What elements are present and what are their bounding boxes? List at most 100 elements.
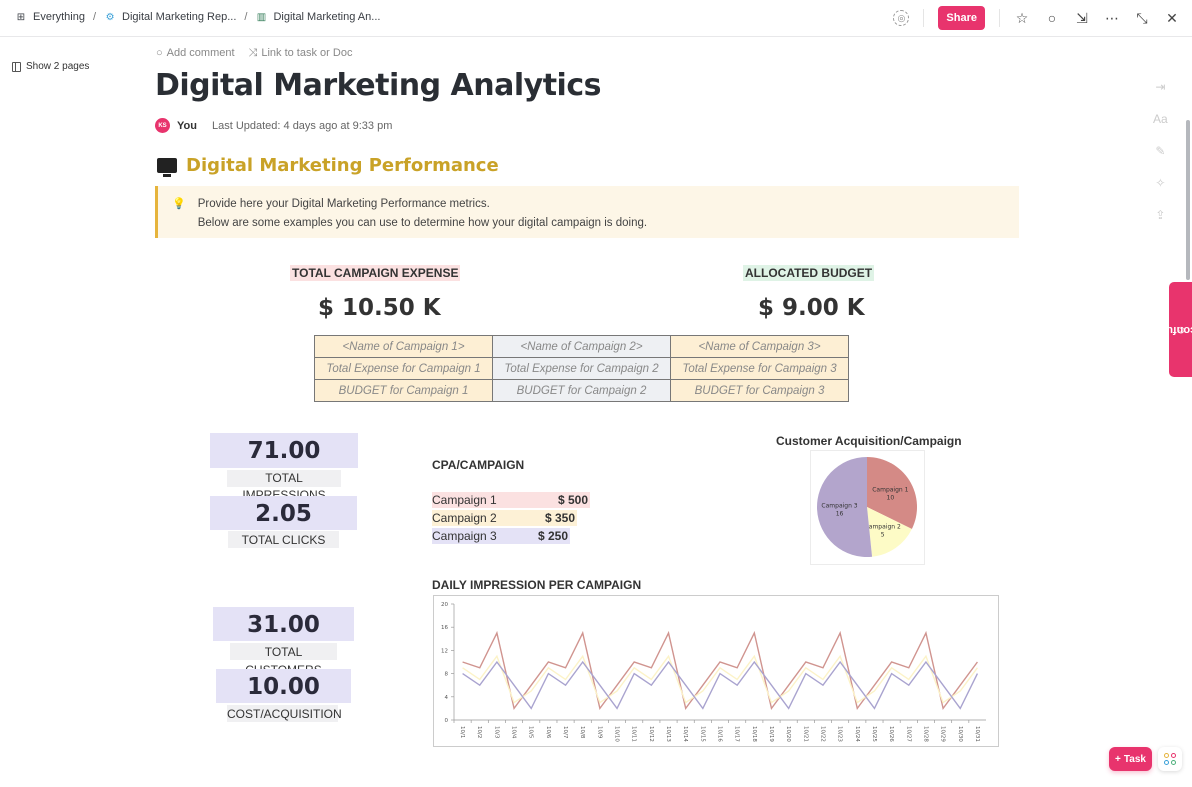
cpa-campaign-value: $ 500 [557,493,588,507]
download-icon[interactable]: ⇲ [1074,10,1090,27]
apps-dot-icon [1171,753,1176,758]
x-tick-label: 10/31 [974,726,980,742]
table-cell[interactable]: BUDGET for Campaign 3 [670,379,849,402]
table-cell[interactable]: Total Expense for Campaign 2 [492,357,671,380]
x-tick-label: 10/13 [665,726,671,742]
divider [999,9,1000,27]
total-impressions-value: 71.00 [210,433,358,468]
collapse-icon[interactable]: ⤡ [1134,10,1150,27]
apps-button[interactable] [1158,747,1182,771]
x-tick-label: 10/29 [940,726,946,742]
pie-chart-title: Customer Acquisition/Campaign [776,434,962,448]
comment-icon: ○ [156,47,163,59]
share-button[interactable]: Share [938,6,985,30]
x-tick-label: 10/16 [717,726,723,742]
lightbulb-icon: 💡 [172,198,186,210]
total-customers-label: TOTAL CUSTOMERS [230,643,337,677]
x-tick-label: 10/9 [596,726,602,739]
doc-meta: KS You Last Updated: 4 days ago at 9:33 … [155,118,392,133]
table-cell[interactable]: <Name of Campaign 3> [670,335,849,358]
x-tick-label: 10/23 [837,726,843,742]
campaign-table: <Name of Campaign 1> <Name of Campaign 2… [314,335,849,402]
cpa-campaign-name: Campaign 1 [432,493,497,507]
pie-chart: Campaign 110 Campaign 25 Campaign 316 [817,457,917,557]
x-tick-label: 10/3 [493,726,499,739]
x-tick-label: 10/25 [871,726,877,742]
close-icon[interactable]: ✕ [1164,10,1180,27]
table-cell[interactable]: BUDGET for Campaign 2 [492,379,671,402]
allocated-budget-value: $ 9.00 K [758,295,865,321]
avatar[interactable]: KS [155,118,170,133]
export-icon[interactable]: ⇪ [1155,208,1165,222]
breadcrumb-item-report[interactable]: Digital Marketing Rep... [122,11,236,23]
apps-dot-icon [1164,760,1169,765]
tag-icon[interactable]: ◎ [893,10,910,26]
table-cell[interactable]: Total Expense for Campaign 1 [314,357,493,380]
add-task-button[interactable]: + Task [1109,747,1152,771]
add-comment-label: Add comment [166,47,235,59]
y-tick-label: 12 [441,648,448,654]
x-tick-label: 10/7 [562,726,568,739]
pie-chart-frame: Campaign 1 10 Campaign 2 5 Campaign 3 16 [810,450,925,565]
sidebar-icon [12,61,21,72]
y-tick-label: 4 [445,695,449,701]
add-task-label: Task [1123,753,1146,765]
confused-label: I'm confused [1146,323,1192,336]
y-tick-label: 16 [441,625,448,631]
line-chart-title: DAILY IMPRESSION PER CAMPAIGN [432,578,642,592]
edit-icon[interactable]: ✎ [1155,144,1165,158]
show-pages-label: Show 2 pages [26,61,90,72]
gear-icon: ⚙ [105,11,115,23]
section-heading: Digital Marketing Performance [157,155,499,177]
star-icon[interactable]: ☆ [1014,10,1030,27]
link-task-button[interactable]: ⤨ Link to task or Doc [249,47,353,60]
total-clicks-label: TOTAL CLICKS [228,531,339,548]
line-chart: 0 4 8 12 16 20 10/1 10/2 10/3 10/4 10/5 10/6 10/7 10/… [441,602,986,742]
table-cell[interactable]: <Name of Campaign 1> [314,335,493,358]
pie-slice-value: 5 [881,532,885,539]
monitor-icon [157,158,177,177]
show-pages-toggle[interactable]: Show 2 pages [12,61,89,72]
table-cell[interactable]: Total Expense for Campaign 3 [670,357,849,380]
comment-icon[interactable]: ○ [1044,10,1060,26]
table-cell[interactable]: BUDGET for Campaign 1 [314,379,493,402]
magic-wand-icon[interactable]: ✧ [1155,176,1165,190]
total-expense-value: $ 10.50 K [318,295,441,321]
author-name: You [177,119,197,132]
scrollbar[interactable] [1186,120,1190,280]
pie-slice-label: Campaign 1 [872,486,908,493]
breadcrumb-separator: / [92,11,97,23]
page-title[interactable]: Digital Marketing Analytics [155,68,601,103]
total-clicks-value: 2.05 [210,496,357,530]
link-icon: ⤨ [248,47,258,59]
x-tick-label: 10/26 [888,726,894,742]
apps-dot-icon [1171,760,1176,765]
confused-button[interactable]: ☺ I'm confused [1147,282,1192,377]
callout: 💡 Provide here your Digital Marketing Pe… [155,186,1019,238]
right-rail: ⇥ Aa ✎ ✧ ⇪ [1153,80,1168,222]
pie-slice-value: 10 [887,494,895,501]
top-actions: ◎ Share ☆ ○ ⇲ ⋯ ⤡ ✕ [893,6,1180,30]
cpa-campaign-value: $ 350 [544,511,575,525]
x-tick-label: 10/10 [614,726,620,742]
x-tick-label: 10/4 [511,726,517,739]
font-icon[interactable]: Aa [1153,112,1168,126]
more-icon[interactable]: ⋯ [1104,10,1120,27]
cpa-campaign-value: $ 250 [537,529,568,543]
collapse-rail-icon[interactable]: ⇥ [1155,80,1165,94]
doc-actions: ○ Add comment ⤨ Link to task or Doc [156,47,352,60]
breadcrumb-item-analytics[interactable]: Digital Marketing An... [273,11,380,23]
line-chart-frame: 0 4 8 12 16 20 10/1 10/2 10/3 10/4 10/5 10/6 10/7 10/… [433,595,999,747]
add-comment-button[interactable]: ○ Add comment [156,47,235,60]
total-expense-label: TOTAL CAMPAIGN EXPENSE [290,265,461,281]
total-customers-value: 31.00 [213,607,354,641]
x-tick-label: 10/12 [648,726,654,742]
cpa-row: Campaign 3 $ 250 [432,528,570,544]
top-bar: ⊞ Everything / ⚙ Digital Marketing Rep..… [0,0,1192,37]
callout-line-2: Below are some examples you can use to d… [197,217,648,229]
y-tick-label: 8 [445,672,449,678]
pie-slice-value: 16 [836,510,844,517]
breadcrumb-item-everything[interactable]: Everything [33,11,85,23]
cpa-row: Campaign 1 $ 500 [432,492,590,508]
table-cell[interactable]: <Name of Campaign 2> [492,335,671,358]
